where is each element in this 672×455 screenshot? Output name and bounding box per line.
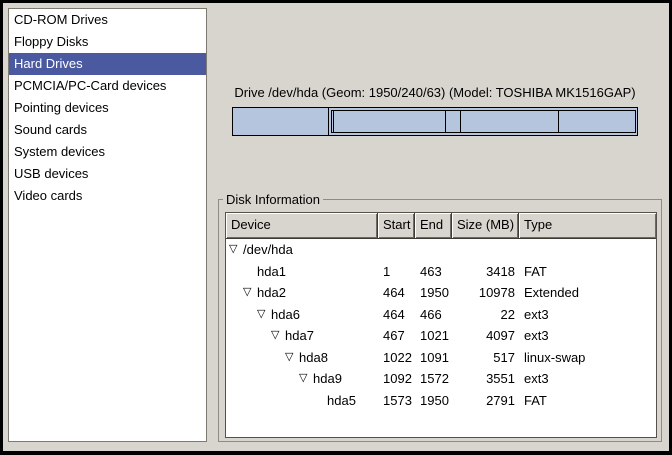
table-body: ▽/dev/hdahda114633418FAT▽hda246419501097… xyxy=(226,239,656,411)
expander-icon[interactable]: ▽ xyxy=(285,347,299,369)
table-row-hda2[interactable]: ▽hda2464195010978Extended xyxy=(226,282,656,304)
type-cell: linux-swap xyxy=(519,347,656,369)
end-cell: 463 xyxy=(415,261,452,283)
table-row--dev-hda[interactable]: ▽/dev/hda xyxy=(226,239,656,261)
partition-segment-hda8 xyxy=(446,111,461,132)
start-cell: 467 xyxy=(378,325,415,347)
column-header-type[interactable]: Type xyxy=(519,213,656,239)
partition-bar xyxy=(232,107,638,136)
start-cell: 1092 xyxy=(378,368,415,390)
sidebar-item-floppy-disks[interactable]: Floppy Disks xyxy=(9,31,206,53)
device-label: hda7 xyxy=(285,325,314,347)
end-cell xyxy=(415,239,452,261)
disk-information-frame-label: Disk Information xyxy=(223,191,323,208)
size-cell: 22 xyxy=(452,304,519,326)
column-header-end[interactable]: End xyxy=(415,213,452,239)
device-label: hda2 xyxy=(257,282,286,304)
device-label: hda8 xyxy=(299,347,328,369)
type-cell: ext3 xyxy=(519,368,656,390)
type-cell: ext3 xyxy=(519,304,656,326)
size-cell: 4097 xyxy=(452,325,519,347)
expander-icon[interactable]: ▽ xyxy=(257,304,271,326)
partition-segment-hda9 xyxy=(461,111,559,132)
device-label: hda1 xyxy=(257,261,286,283)
drive-title: Drive /dev/hda (Geom: 1950/240/63) (Mode… xyxy=(232,84,638,101)
column-header-size-mb[interactable]: Size (MB) xyxy=(452,213,519,239)
sidebar-item-video-cards[interactable]: Video cards xyxy=(9,185,206,207)
end-cell: 1572 xyxy=(415,368,452,390)
device-cell: ▽/dev/hda xyxy=(226,239,378,261)
end-cell: 1950 xyxy=(415,390,452,412)
type-cell: FAT xyxy=(519,261,656,283)
table-row-hda1[interactable]: hda1 14633418FAT xyxy=(226,261,656,283)
column-header-device[interactable]: Device xyxy=(226,213,378,239)
size-cell: 3418 xyxy=(452,261,519,283)
table-row-hda6[interactable]: ▽hda646446622ext3 xyxy=(226,304,656,326)
size-cell: 517 xyxy=(452,347,519,369)
table-row-hda5[interactable]: hda5 157319502791FAT xyxy=(226,390,656,412)
table-row-hda9[interactable]: ▽hda9109215723551ext3 xyxy=(226,368,656,390)
size-cell: 3551 xyxy=(452,368,519,390)
device-label: hda9 xyxy=(313,368,342,390)
expander-icon[interactable]: ▽ xyxy=(299,368,313,390)
disk-information-frame: Disk Information Device Start End Size (… xyxy=(218,199,662,442)
type-cell: ext3 xyxy=(519,325,656,347)
start-cell xyxy=(378,239,415,261)
start-cell: 464 xyxy=(378,282,415,304)
type-cell: Extended xyxy=(519,282,656,304)
partition-segment-hda7 xyxy=(334,111,447,132)
sidebar-item-cd-rom-drives[interactable]: CD-ROM Drives xyxy=(9,9,206,31)
size-cell: 2791 xyxy=(452,390,519,412)
start-cell: 1 xyxy=(378,261,415,283)
start-cell: 464 xyxy=(378,304,415,326)
start-cell: 1022 xyxy=(378,347,415,369)
device-cell: hda1 xyxy=(226,261,378,283)
size-cell: 10978 xyxy=(452,282,519,304)
type-cell: FAT xyxy=(519,390,656,412)
type-cell xyxy=(519,239,656,261)
table-header-row: Device Start End Size (MB) Type xyxy=(226,213,656,239)
sidebar-item-sound-cards[interactable]: Sound cards xyxy=(9,119,206,141)
device-cell: ▽hda6 xyxy=(226,304,378,326)
sidebar-item-usb-devices[interactable]: USB devices xyxy=(9,163,206,185)
expander-icon[interactable]: ▽ xyxy=(229,239,243,261)
device-label: hda5 xyxy=(327,390,356,412)
device-cell: ▽hda7 xyxy=(226,325,378,347)
disk-information-table: Device Start End Size (MB) Type ▽/dev/hd… xyxy=(225,212,657,438)
device-category-list: CD-ROM DrivesFloppy DisksHard DrivesPCMC… xyxy=(8,8,207,442)
device-cell: ▽hda9 xyxy=(226,368,378,390)
column-header-start[interactable]: Start xyxy=(378,213,415,239)
end-cell: 1091 xyxy=(415,347,452,369)
device-cell: ▽hda2 xyxy=(226,282,378,304)
size-cell xyxy=(452,239,519,261)
device-cell: hda5 xyxy=(226,390,378,412)
device-label: hda6 xyxy=(271,304,300,326)
sidebar-item-hard-drives[interactable]: Hard Drives xyxy=(9,53,206,75)
end-cell: 1950 xyxy=(415,282,452,304)
table-row-hda7[interactable]: ▽hda746710214097ext3 xyxy=(226,325,656,347)
sidebar-item-system-devices[interactable]: System devices xyxy=(9,141,206,163)
end-cell: 1021 xyxy=(415,325,452,347)
device-label: /dev/hda xyxy=(243,239,293,261)
table-row-hda8[interactable]: ▽hda810221091517linux-swap xyxy=(226,347,656,369)
hardware-browser-window: CD-ROM DrivesFloppy DisksHard DrivesPCMC… xyxy=(0,0,672,455)
partition-segment-hda2-extended xyxy=(331,110,636,133)
partition-segment-hda1 xyxy=(233,108,329,135)
start-cell: 1573 xyxy=(378,390,415,412)
partition-segment-hda5 xyxy=(559,111,635,132)
end-cell: 466 xyxy=(415,304,452,326)
device-cell: ▽hda8 xyxy=(226,347,378,369)
sidebar-item-pcmcia-pc-card-devices[interactable]: PCMCIA/PC-Card devices xyxy=(9,75,206,97)
expander-icon[interactable]: ▽ xyxy=(243,282,257,304)
expander-icon[interactable]: ▽ xyxy=(271,325,285,347)
sidebar-item-pointing-devices[interactable]: Pointing devices xyxy=(9,97,206,119)
